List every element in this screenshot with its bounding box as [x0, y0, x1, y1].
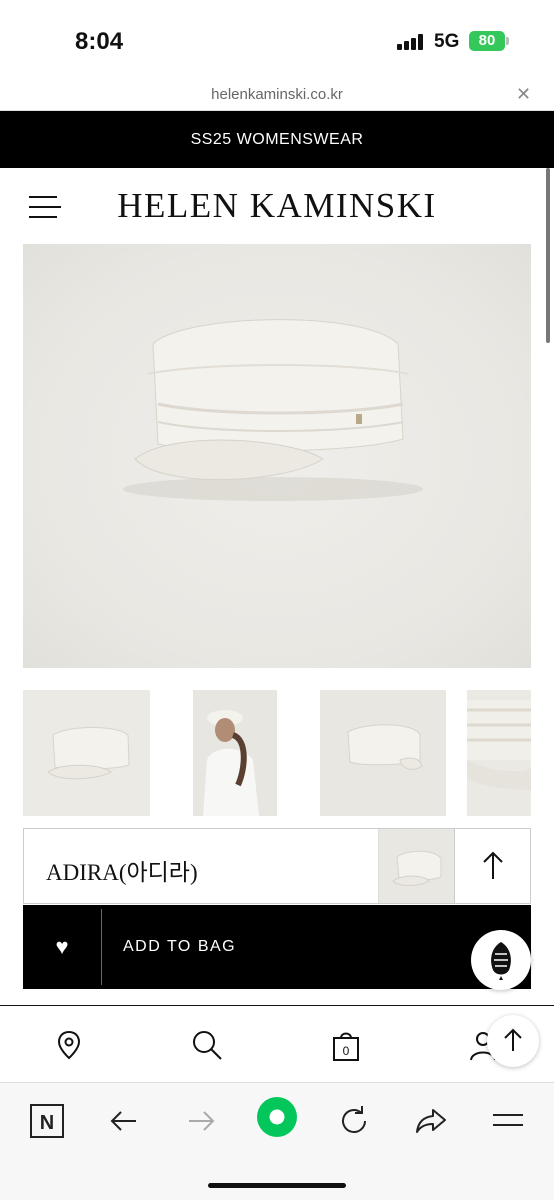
bag-count: 0 — [343, 1044, 350, 1058]
forward-arrow-icon[interactable] — [181, 1101, 221, 1141]
close-icon[interactable]: ✕ — [516, 84, 531, 105]
home-indicator — [208, 1183, 346, 1188]
brand-logo[interactable]: HELEN KAMINSKI — [0, 186, 554, 226]
menu-icon[interactable] — [488, 1101, 528, 1141]
home-icon[interactable] — [256, 1096, 298, 1138]
share-icon[interactable] — [411, 1101, 451, 1141]
shopping-bag-icon[interactable]: 0 — [329, 1028, 363, 1062]
product-name: ADIRA(아디라) — [46, 860, 198, 885]
location-pin-icon[interactable] — [52, 1028, 86, 1062]
product-main-image[interactable] — [23, 244, 531, 668]
scroll-indicator — [546, 168, 550, 343]
naver-icon[interactable]: N — [27, 1101, 67, 1141]
url-bar[interactable]: helenkaminski.co.kr ✕ — [0, 80, 554, 111]
site-bottom-nav: 0 — [0, 1006, 554, 1082]
thumbnail-2[interactable] — [193, 690, 277, 816]
naver-letter: N — [40, 1112, 54, 1134]
battery-tip — [506, 37, 509, 45]
chat-icon[interactable] — [471, 930, 531, 990]
thumbnail-1[interactable] — [23, 690, 150, 816]
add-to-bag-bar: ♥ ADD TO BAG — [23, 905, 531, 989]
promo-text[interactable]: SS25 WOMENSWEAR — [191, 131, 364, 148]
thumbnail-4[interactable] — [467, 690, 531, 816]
status-time: 8:04 — [75, 28, 124, 55]
arrow-up-icon — [504, 1028, 522, 1051]
divider — [101, 909, 102, 985]
search-icon[interactable] — [190, 1028, 224, 1062]
arrow-up-icon[interactable] — [454, 829, 531, 903]
scroll-to-top-button[interactable] — [487, 1015, 539, 1067]
thumbnail-3[interactable] — [320, 690, 446, 816]
battery-icon: 80 — [469, 31, 505, 51]
network-label: 5G — [434, 31, 460, 52]
heart-icon[interactable]: ♥ — [23, 905, 101, 989]
product-thumb — [378, 829, 454, 903]
url-text[interactable]: helenkaminski.co.kr — [0, 86, 554, 103]
product-summary-bar: ADIRA(아디라) — [23, 828, 531, 904]
back-arrow-icon[interactable] — [104, 1101, 144, 1141]
status-bar: 8:04 5G 80 — [0, 0, 554, 80]
add-to-bag-button[interactable]: ADD TO BAG — [123, 938, 236, 956]
signal-icon — [397, 34, 425, 50]
cap-image — [123, 319, 423, 501]
reload-icon[interactable] — [334, 1101, 374, 1141]
site-header: HELEN KAMINSKI — [0, 168, 554, 244]
promo-banner[interactable]: SS25 WOMENSWEAR — [0, 111, 554, 168]
